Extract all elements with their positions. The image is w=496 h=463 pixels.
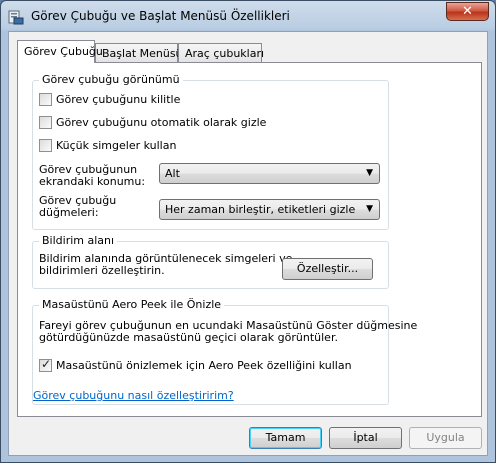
tab-start-menu[interactable]: Başlat Menüsü	[95, 43, 183, 62]
title-bar[interactable]: Görev Çubuğu ve Başlat Menüsü Özellikler…	[1, 1, 495, 31]
aero-peek-checkbox-box[interactable]	[39, 357, 52, 372]
tab-taskbar[interactable]: Görev Çubuğu	[17, 40, 103, 63]
location-select[interactable]: Alt ▼	[159, 163, 380, 184]
location-label: Görev çubuğunun ekrandaki konumu:	[39, 164, 145, 188]
autohide-checkbox-box[interactable]	[39, 116, 52, 129]
buttons-label: Görev çubuğu düğmeleri:	[39, 195, 116, 219]
ok-button[interactable]: Tamam	[249, 427, 322, 449]
location-label-line-2: ekrandaki konumu:	[39, 175, 146, 188]
small-icons-checkbox-box[interactable]	[39, 139, 52, 152]
cancel-button[interactable]: İptal	[329, 427, 402, 449]
aero-peek-checkbox-label: Masaüstünü önizlemek için Aero Peek özel…	[56, 359, 352, 372]
close-button[interactable]: ✕	[446, 2, 489, 21]
tab-toolbars[interactable]: Araç çubukları	[178, 43, 264, 62]
lock-taskbar-checkbox-box[interactable]	[39, 93, 52, 106]
chevron-down-icon: ▼	[366, 168, 373, 178]
customize-button[interactable]: Özelleştir...	[282, 258, 373, 280]
buttons-select-value: Her zaman birleştir, etiketleri gizle	[165, 203, 356, 216]
autohide-label: Görev çubuğunu otomatik olarak gizle	[56, 116, 267, 129]
small-icons-checkbox[interactable]: Küçük simgeler kullan	[39, 139, 176, 152]
close-icon: ✕	[462, 4, 473, 19]
lock-taskbar-checkbox[interactable]: Görev çubuğunu kilitle	[39, 93, 180, 106]
buttons-select[interactable]: Her zaman birleştir, etiketleri gizle ▼	[159, 199, 380, 220]
apply-button[interactable]: Uygula	[409, 427, 482, 449]
aero-peek-checkbox[interactable]: Masaüstünü önizlemek için Aero Peek özel…	[39, 357, 352, 372]
tab-panel-taskbar: Görev çubuğu görünümü Görev çubuğunu kil…	[17, 62, 482, 417]
window-title: Görev Çubuğu ve Başlat Menüsü Özellikler…	[31, 9, 290, 23]
aero-peek-description-line-2: götürdüğünüzde masaüstünü geçici olarak …	[39, 331, 338, 344]
small-icons-label: Küçük simgeler kullan	[56, 139, 177, 152]
help-link[interactable]: Görev çubuğunu nasıl özelleştiririm?	[33, 389, 234, 402]
aero-peek-group-title: Masaüstünü Aero Peek ile Önizle	[39, 298, 225, 311]
autohide-checkbox[interactable]: Görev çubuğunu otomatik olarak gizle	[39, 116, 266, 129]
notification-description: Bildirim alanında görüntülenecek simgele…	[39, 253, 292, 277]
buttons-label-line-2: düğmeleri:	[39, 206, 99, 219]
chevron-down-icon: ▼	[366, 204, 373, 214]
dialog-client-area: Görev Çubuğu Başlat Menüsü Araç çubuklar…	[8, 31, 488, 456]
aero-peek-description: Fareyi görev çubuğunun en ucundaki Masaü…	[39, 320, 417, 344]
notification-description-line-2: bildirimleri özelleştirin.	[39, 264, 165, 277]
notification-group-title: Bildirim alanı	[39, 234, 118, 247]
taskbar-properties-icon	[8, 10, 24, 25]
lock-taskbar-label: Görev çubuğunu kilitle	[56, 93, 181, 106]
properties-window: Görev Çubuğu ve Başlat Menüsü Özellikler…	[0, 0, 496, 463]
appearance-group-title: Görev çubuğu görünümü	[39, 73, 183, 86]
location-select-value: Alt	[165, 167, 180, 180]
